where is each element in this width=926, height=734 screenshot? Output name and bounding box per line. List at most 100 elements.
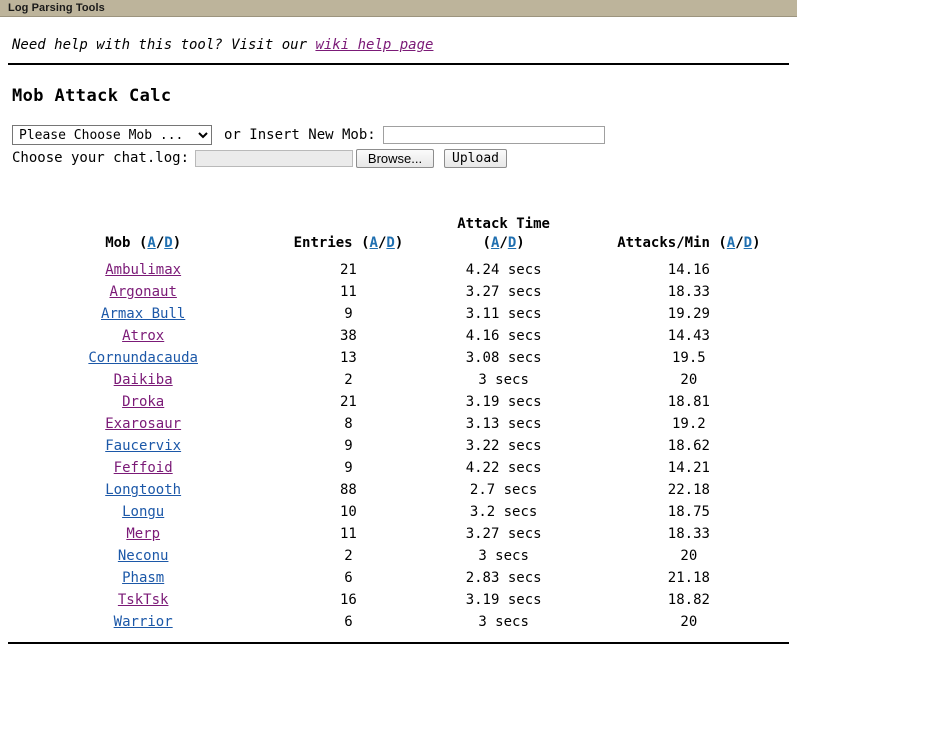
upload-button[interactable]: Upload: [444, 148, 507, 168]
cell-attack-time: 3 secs: [478, 548, 529, 564]
form-area: Please Choose Mob ... or Insert New Mob:…: [8, 124, 789, 169]
cell-attacks-min: 20: [680, 614, 698, 630]
cell-attacks-min: 18.82: [667, 592, 710, 608]
chatlog-upload-row: Choose your chat.log: Browse... Upload: [12, 147, 789, 169]
mob-selection-row: Please Choose Mob ... or Insert New Mob:: [12, 124, 789, 146]
mob-link[interactable]: Argonaut: [109, 284, 176, 300]
insert-new-mob-label: or Insert New Mob:: [224, 127, 376, 143]
table-row: Feffoid 9 4.22 secs 14.21: [8, 457, 789, 479]
mob-link[interactable]: TskTsk: [118, 592, 169, 608]
cell-mob: Feffoid: [8, 457, 278, 479]
cell-attacks-min: 21.18: [667, 570, 710, 586]
window-title: Log Parsing Tools: [8, 2, 105, 14]
sort-open-paren: (: [361, 235, 370, 251]
cell-entries: 38: [340, 328, 357, 344]
cell-entries: 9: [344, 438, 353, 454]
mob-link[interactable]: Longtooth: [105, 482, 181, 498]
table-row: Armax Bull 9 3.11 secs 19.29: [8, 303, 789, 325]
mob-select[interactable]: Please Choose Mob ...: [12, 125, 212, 145]
cell-mob: Droka: [8, 391, 278, 413]
mob-link[interactable]: Phasm: [122, 570, 164, 586]
mob-link[interactable]: Neconu: [118, 548, 169, 564]
mob-link[interactable]: Longu: [122, 504, 164, 520]
sort-close-paren: ): [172, 235, 182, 251]
table-header-row: Mob (A/D) Entries (A/D) Attack Time (A/D…: [8, 215, 789, 259]
table-row: Droka 21 3.19 secs 18.81: [8, 391, 789, 413]
mob-link[interactable]: Faucervix: [105, 438, 181, 454]
sort-entries-asc-link[interactable]: A: [370, 235, 378, 251]
cell-attack-time: 3 secs: [478, 372, 529, 388]
column-header-attacks-min-label: Attacks/Min: [617, 235, 710, 251]
cell-entries: 8: [344, 416, 353, 432]
column-header-attacks-min: Attacks/Min (A/D): [589, 215, 789, 259]
sort-close-paren: ): [394, 235, 404, 251]
sort-entries-desc-link[interactable]: D: [386, 235, 394, 251]
sort-group-mob: (A/D): [139, 235, 181, 251]
mob-link[interactable]: Feffoid: [114, 460, 173, 476]
sort-attack-time-desc-link[interactable]: D: [508, 235, 516, 251]
cell-attack-time: 3.19 secs: [465, 592, 542, 608]
sort-mob-asc-link[interactable]: A: [147, 235, 155, 251]
sort-attacks-min-asc-link[interactable]: A: [727, 235, 735, 251]
column-header-mob-label: Mob: [105, 235, 131, 251]
sort-close-paren: ): [516, 235, 525, 251]
cell-entries: 11: [340, 284, 357, 300]
mob-link[interactable]: Armax Bull: [101, 306, 185, 322]
mob-link[interactable]: Cornundacauda: [88, 350, 198, 366]
sort-attacks-min-desc-link[interactable]: D: [744, 235, 752, 251]
cell-attack-time: 4.24 secs: [465, 262, 542, 278]
cell-attack-time: 2.7 secs: [469, 482, 538, 498]
wiki-help-page-link[interactable]: wiki help page: [315, 37, 433, 53]
footer-divider: [8, 642, 789, 644]
sort-open-paren: (: [718, 235, 727, 251]
results-table-head: Mob (A/D) Entries (A/D) Attack Time (A/D…: [8, 215, 789, 259]
cell-attack-time: 3.22 secs: [465, 438, 542, 454]
cell-mob: Phasm: [8, 567, 278, 589]
cell-attacks-min: 18.62: [667, 438, 710, 454]
table-row: Neconu 2 3 secs 20: [8, 545, 789, 567]
table-row: Longtooth 88 2.7 secs 22.18: [8, 479, 789, 501]
table-row: Daikiba 2 3 secs 20: [8, 369, 789, 391]
mob-link[interactable]: Merp: [126, 526, 160, 542]
sort-group-attack-time: (A/D): [483, 235, 525, 251]
cell-mob: Neconu: [8, 545, 278, 567]
table-row: Ambulimax 21 4.24 secs 14.16: [8, 259, 789, 281]
cell-entries: 88: [340, 482, 357, 498]
sort-mob-desc-link[interactable]: D: [164, 235, 172, 251]
cell-attack-time: 2.83 secs: [465, 570, 542, 586]
cell-mob: Ambulimax: [8, 259, 278, 281]
mob-link[interactable]: Exarosaur: [105, 416, 181, 432]
new-mob-input[interactable]: [382, 126, 605, 144]
sort-separator: /: [155, 235, 165, 251]
help-line: Need help with this tool? Visit our wiki…: [8, 17, 789, 53]
cell-attack-time: 3 secs: [478, 614, 529, 630]
cell-entries: 10: [340, 504, 357, 520]
mob-link[interactable]: Ambulimax: [105, 262, 181, 278]
browse-button[interactable]: Browse...: [356, 148, 435, 168]
mob-link[interactable]: Warrior: [114, 614, 173, 630]
sort-group-attacks-min: (A/D): [718, 235, 760, 251]
cell-entries: 13: [340, 350, 357, 366]
cell-attacks-min: 18.75: [667, 504, 710, 520]
cell-attack-time: 3.2 secs: [469, 504, 538, 520]
cell-entries: 6: [344, 614, 353, 630]
header-divider: [8, 63, 789, 65]
cell-attacks-min: 19.29: [667, 306, 710, 322]
mob-link[interactable]: Atrox: [122, 328, 164, 344]
table-row: Cornundacauda 13 3.08 secs 19.5: [8, 347, 789, 369]
sort-group-entries: (A/D): [361, 235, 403, 251]
chatlog-file-input[interactable]: [195, 149, 354, 167]
cell-attacks-min: 19.5: [672, 350, 706, 366]
window-titlebar: Log Parsing Tools: [0, 0, 797, 17]
cell-attack-time: 3.11 secs: [465, 306, 542, 322]
cell-attacks-min: 18.33: [667, 284, 710, 300]
chatlog-label: Choose your chat.log:: [12, 150, 190, 166]
cell-attack-time: 3.13 secs: [465, 416, 542, 432]
page-title: Mob Attack Calc: [12, 86, 172, 106]
table-row: Warrior 6 3 secs 20: [8, 611, 789, 633]
cell-mob: Atrox: [8, 325, 278, 347]
cell-mob: Argonaut: [8, 281, 278, 303]
mob-link[interactable]: Daikiba: [114, 372, 173, 388]
column-header-attack-time: Attack Time (A/D): [419, 215, 589, 259]
mob-link[interactable]: Droka: [122, 394, 164, 410]
